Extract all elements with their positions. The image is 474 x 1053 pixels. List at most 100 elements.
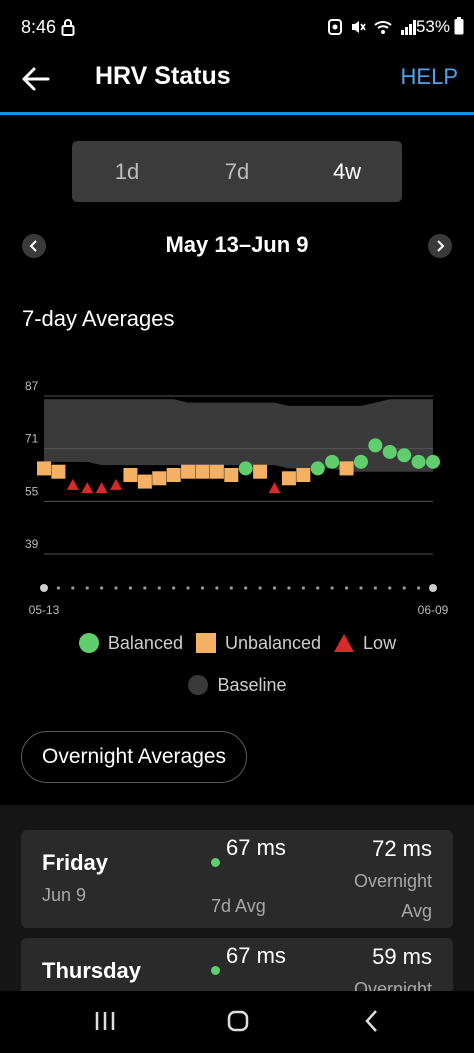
legend-unbalanced-label: Unbalanced [224, 632, 322, 653]
status-bar: 8:46 53% [0, 0, 474, 52]
y-tick-label: 71 [25, 432, 39, 446]
help-button[interactable]: HELP [401, 64, 458, 90]
day-name: Thursday [42, 958, 142, 983]
data-point-balanced [426, 454, 440, 469]
data-point-balanced [397, 448, 412, 463]
x-end-label: 06-09 [418, 603, 449, 617]
unbalanced-square-icon [195, 633, 216, 653]
next-period-button[interactable] [428, 234, 452, 258]
x-axis-day-dot [359, 586, 363, 590]
lock-icon [61, 19, 75, 36]
data-point-balanced [382, 444, 397, 459]
status-time: 8:46 [21, 17, 57, 37]
legend-baseline-label: Baseline [217, 674, 287, 695]
x-axis-day-dot [157, 586, 161, 590]
baseline-dot-icon [188, 675, 209, 695]
data-point-unbalanced [209, 464, 224, 479]
page-title: HRV Status [95, 62, 231, 90]
data-point-unbalanced [166, 468, 181, 482]
data-point-balanced [325, 454, 340, 469]
day-card-friday[interactable]: Friday Jun 9 67 ms 7d Avg 72 ms Overnigh… [21, 830, 453, 928]
tab-1d[interactable]: 1d [72, 141, 182, 202]
signal-icon [401, 20, 416, 35]
legend-unbalanced: Unbalanced [195, 632, 321, 654]
data-point-unbalanced [281, 471, 296, 486]
x-axis-day-dot [100, 586, 104, 590]
data-point-balanced [353, 454, 368, 469]
balanced-status-dot-icon [211, 966, 220, 975]
data-point-low [110, 478, 123, 490]
day-name: Friday [42, 850, 109, 875]
data-point-low [81, 482, 94, 494]
data-point-low [268, 482, 281, 494]
battery-level: 53% [415, 17, 450, 36]
legend-low-label: Low [363, 632, 397, 653]
battery-icon [454, 17, 464, 35]
overnight-avg-value: 72 ms [372, 836, 432, 861]
back-arrow-icon[interactable] [20, 64, 54, 94]
x-axis-day-dot [128, 586, 133, 590]
x-axis-day-dot [215, 586, 219, 590]
seven-day-avg-value: 67 ms [226, 835, 286, 860]
data-point-unbalanced [224, 468, 239, 482]
overnight-avg-value: 59 ms [372, 944, 432, 969]
data-point-unbalanced [37, 461, 51, 476]
status-icons [328, 18, 416, 36]
x-axis-day-dot [71, 586, 75, 590]
overnight-averages-button[interactable]: Overnight Averages [21, 731, 248, 783]
x-axis-day-dot [330, 586, 334, 590]
x-axis-day-dot [272, 586, 277, 590]
data-point-balanced [238, 461, 253, 476]
legend: Balanced Unbalanced Low [0, 632, 474, 654]
data-point-balanced [368, 438, 383, 453]
legend-balanced: Balanced [78, 632, 183, 654]
data-point-unbalanced [296, 468, 311, 482]
home-icon[interactable] [223, 1006, 253, 1036]
x-axis-day-dot [40, 584, 48, 592]
x-start-label: 05-13 [29, 603, 60, 617]
baseline-band [44, 399, 433, 472]
data-point-balanced [310, 461, 325, 476]
range-selector: 1d 7d 4w [72, 141, 402, 202]
x-axis-day-dot [344, 586, 349, 590]
legend-low: Low [333, 632, 396, 654]
x-axis-day-dot [316, 586, 320, 590]
day-date: Jun 9 [42, 885, 87, 905]
x-axis-day-dot [301, 586, 305, 590]
x-axis-day-dot [229, 586, 233, 590]
data-point-unbalanced [339, 461, 354, 476]
data-point-unbalanced [137, 474, 152, 489]
seven-day-avg-value: 67 ms [226, 943, 286, 968]
app-bar: HRV Status HELP [0, 52, 474, 112]
mute-icon [352, 21, 366, 33]
data-point-unbalanced [195, 464, 210, 479]
tab-4w[interactable]: 4w [292, 141, 402, 202]
legend-baseline-row: Baseline [0, 674, 474, 696]
x-axis-day-dot [287, 586, 291, 590]
app-bar-divider [0, 112, 474, 115]
data-point-unbalanced [123, 468, 138, 482]
data-point-unbalanced [253, 464, 268, 479]
balanced-dot-icon [78, 633, 99, 653]
x-axis-day-dot [143, 586, 147, 590]
previous-period-button[interactable] [22, 234, 46, 258]
x-axis-day-dot [56, 586, 61, 590]
wifi-icon [374, 21, 392, 34]
chart-section-title: 7-day Averages [22, 306, 175, 331]
x-axis-day-dot [429, 584, 437, 592]
data-point-unbalanced [152, 471, 167, 486]
x-axis-day-dot [200, 586, 205, 590]
recent-apps-icon[interactable] [90, 1006, 120, 1036]
tab-7d[interactable]: 7d [182, 141, 292, 202]
data-point-low [66, 478, 79, 490]
x-axis-day-dot [373, 586, 377, 590]
low-triangle-icon [334, 634, 355, 652]
x-axis-day-dot [258, 586, 262, 590]
seven-day-avg-label: 7d Avg [211, 896, 266, 916]
balanced-status-dot-icon [211, 858, 220, 867]
back-nav-icon[interactable] [357, 1006, 387, 1036]
overnight-avg-label: Overnight Avg [353, 871, 432, 921]
x-axis-day-dot [85, 586, 89, 590]
system-nav-bar [0, 991, 474, 1053]
hrv-chart: 87 71 55 39 05-13 06-09 [25, 380, 449, 617]
